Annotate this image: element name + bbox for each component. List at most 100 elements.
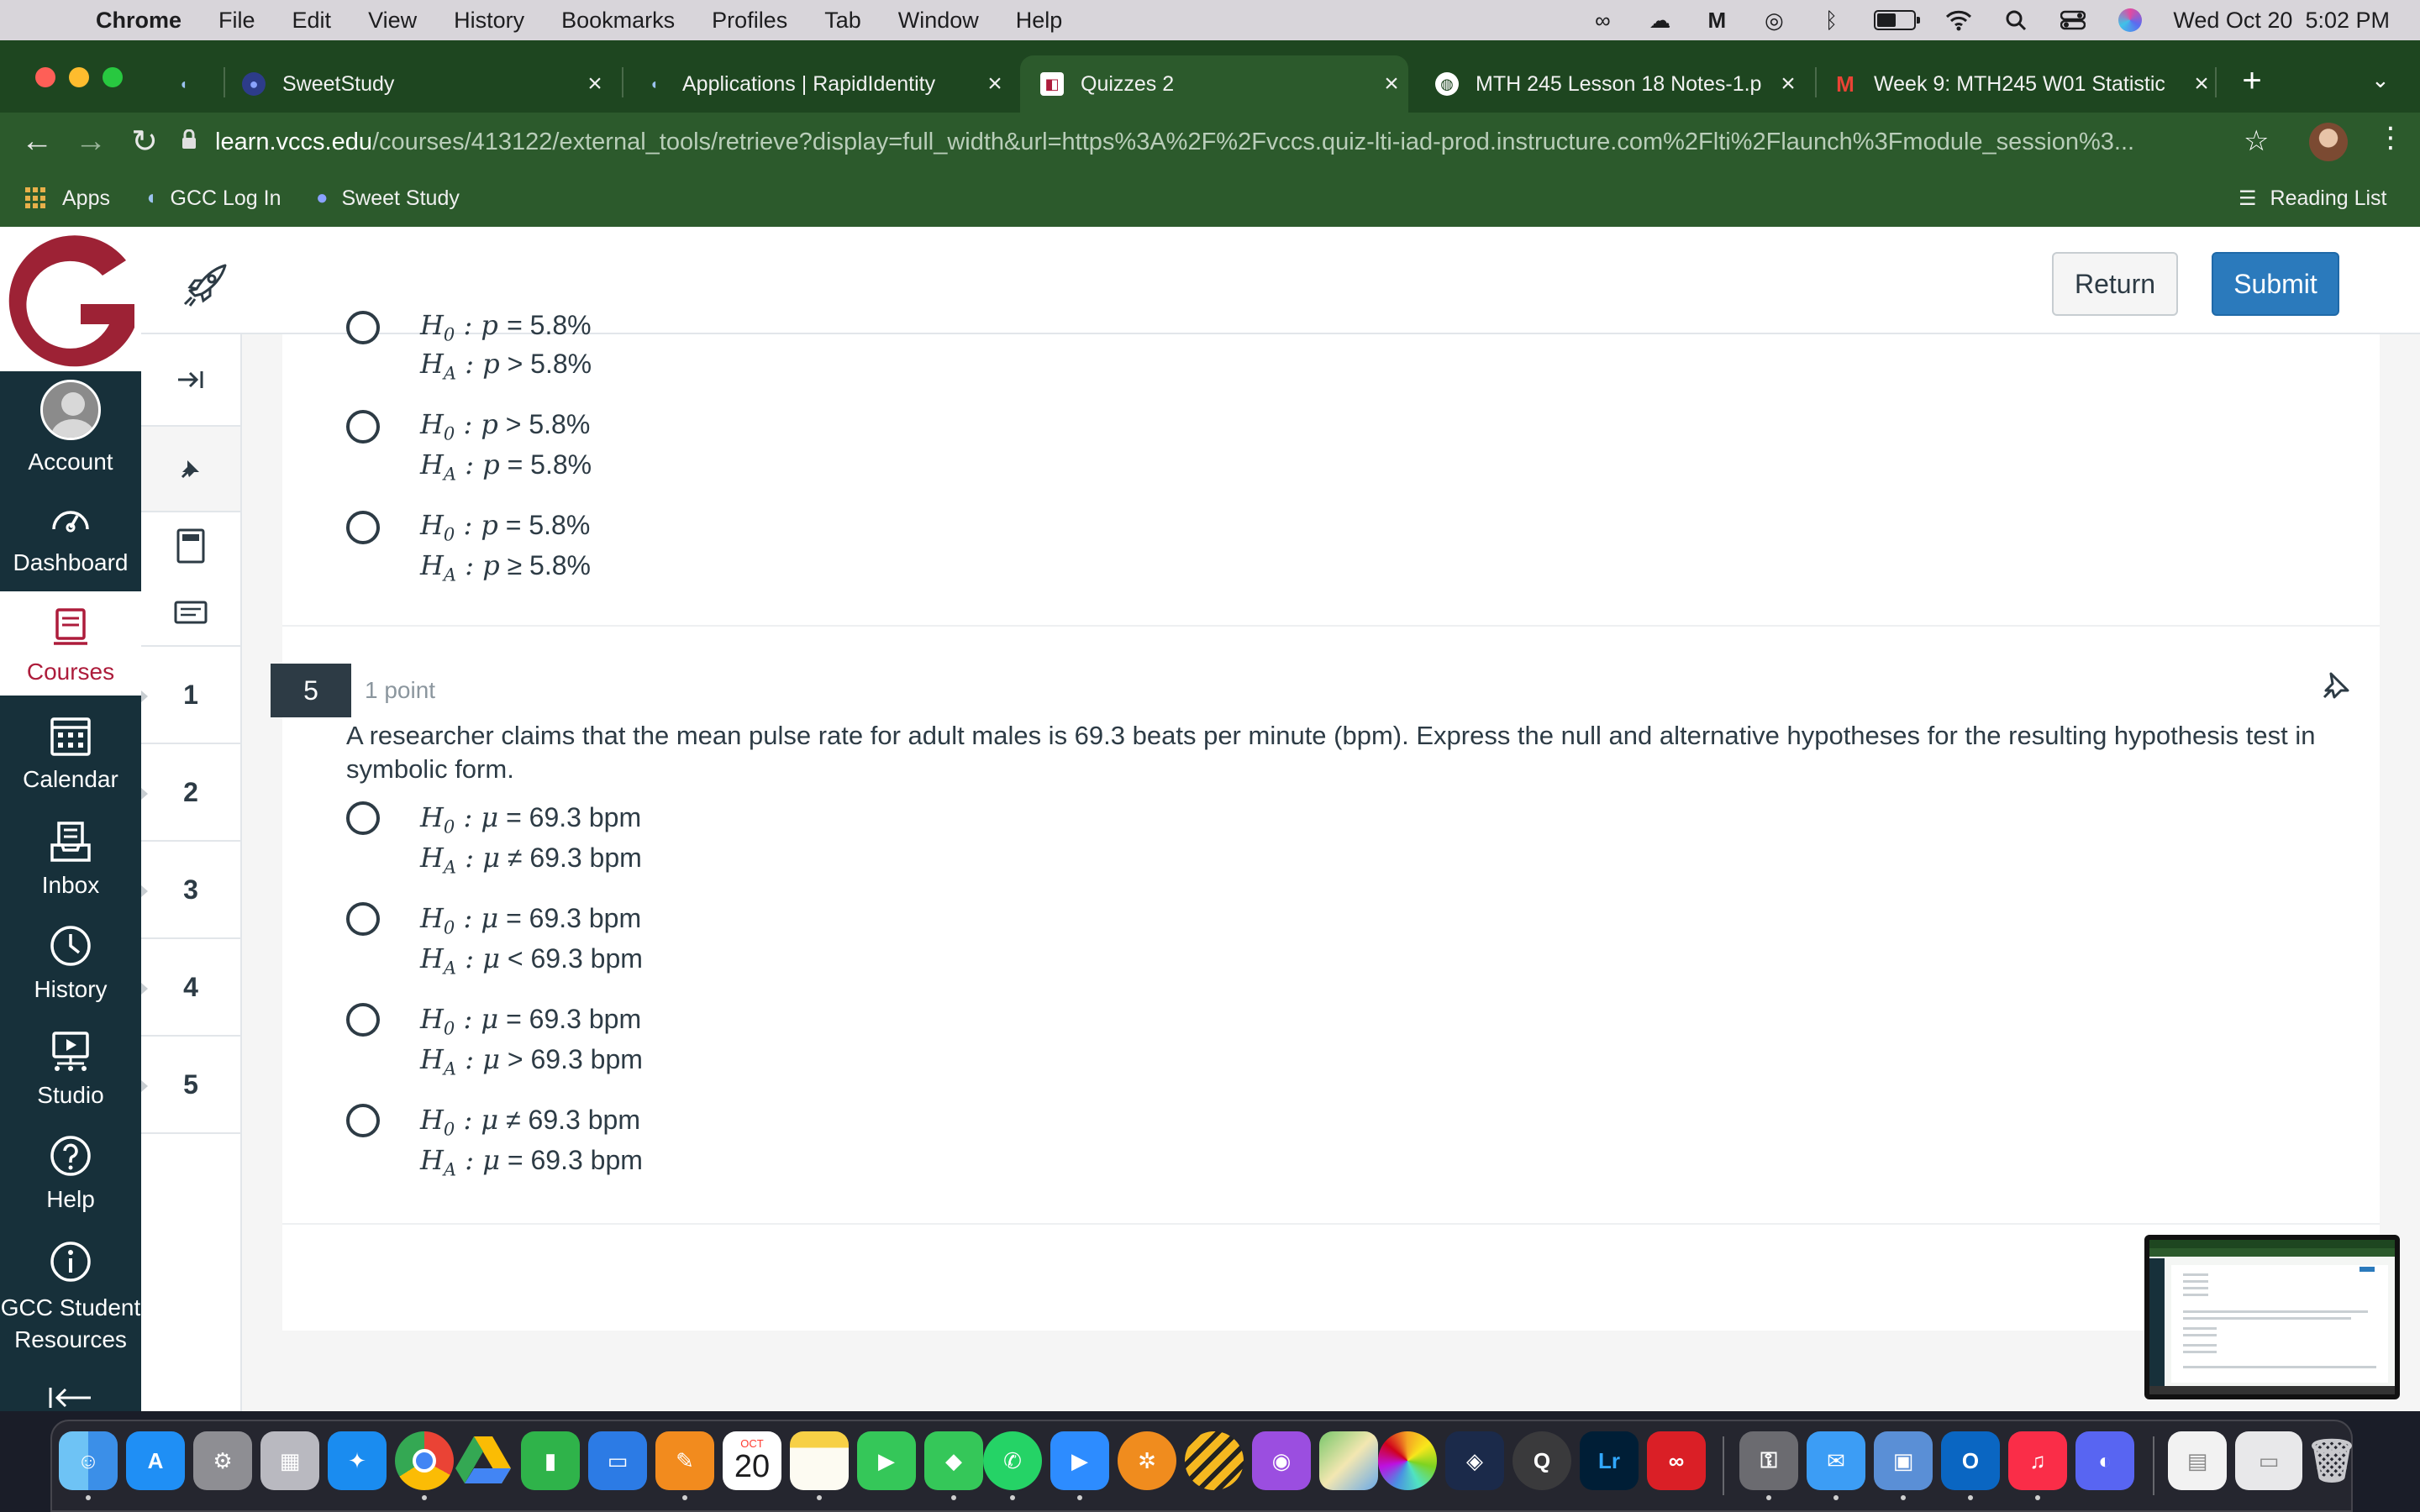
notes-app-icon[interactable] (790, 1431, 849, 1490)
photos-icon[interactable] (1378, 1431, 1437, 1490)
reload-button[interactable]: ↻ (123, 119, 166, 163)
music-icon[interactable]: ♫ (2008, 1431, 2067, 1490)
forward-button[interactable]: → (69, 119, 113, 163)
tab-close-icon[interactable]: × (1375, 70, 1408, 98)
malwarebytes-status-icon[interactable]: M (1702, 8, 1731, 33)
numbers-icon[interactable]: ▮ (521, 1431, 580, 1490)
nav-account[interactable]: Account (0, 380, 141, 479)
profile-avatar[interactable] (2309, 123, 2348, 161)
nav-dashboard[interactable]: Dashboard (0, 497, 141, 588)
nav-calendar[interactable]: Calendar (0, 707, 141, 808)
layers-app-icon[interactable]: ◈ (1445, 1431, 1504, 1490)
nav-help[interactable]: Help (0, 1127, 141, 1228)
app-store-icon[interactable]: A (126, 1431, 185, 1490)
tab-close-icon[interactable]: × (578, 70, 612, 98)
ball-app-icon[interactable] (1185, 1431, 1244, 1490)
safari-icon[interactable]: ✦ (328, 1431, 387, 1490)
question-nav-1[interactable]: 1 (141, 647, 240, 744)
menu-profiles[interactable]: Profiles (712, 8, 787, 34)
control-center-icon[interactable] (2059, 8, 2087, 32)
menu-app-name[interactable]: Chrome (96, 8, 182, 34)
menu-window[interactable]: Window (898, 8, 979, 34)
question-nav-4[interactable]: 4 (141, 939, 240, 1037)
menubar-clock[interactable]: Wed Oct 20 5:02 PM (2173, 8, 2390, 34)
nav-studio[interactable]: Studio (0, 1021, 141, 1122)
prev-choice-radio-1[interactable] (346, 311, 380, 344)
address-bar[interactable]: learn.vccs.edu/courses/413122/external_t… (182, 118, 2265, 165)
zoom-icon[interactable]: ▶ (1050, 1431, 1109, 1490)
prev-choice-radio-3[interactable] (346, 511, 380, 544)
reading-list-button[interactable]: ☰ Reading List (2238, 181, 2387, 215)
menu-tab[interactable]: Tab (824, 8, 861, 34)
spotlight-search-icon[interactable] (2002, 8, 2030, 32)
calculator-tool-button[interactable] (141, 512, 240, 580)
tab-close-icon[interactable]: × (2185, 70, 2218, 98)
facetime-icon[interactable]: ▶ (857, 1431, 916, 1490)
menu-history[interactable]: History (454, 8, 524, 34)
back-button[interactable]: ← (15, 119, 59, 163)
recent-document-icon[interactable]: ▤ (2168, 1431, 2227, 1490)
nav-history[interactable]: History (0, 917, 141, 1018)
submit-button[interactable]: Submit (2212, 252, 2339, 316)
outlook-icon[interactable]: O (1941, 1431, 2000, 1490)
menu-edit[interactable]: Edit (292, 8, 332, 34)
pin-tool-button[interactable] (141, 427, 240, 512)
battery-icon[interactable] (1874, 10, 1921, 30)
tab-gcc[interactable]: ◖ (171, 55, 222, 113)
collapse-nav-icon[interactable] (47, 1384, 94, 1410)
messages-icon[interactable]: ◆ (924, 1431, 983, 1490)
prev-choice-radio-2[interactable] (346, 410, 380, 444)
menu-bookmarks[interactable]: Bookmarks (561, 8, 675, 34)
menu-view[interactable]: View (368, 8, 417, 34)
recent-window-icon[interactable]: ▭ (2235, 1431, 2302, 1490)
question-nav-2[interactable]: 2 (141, 744, 240, 842)
bookmark-star-icon[interactable]: ☆ (2244, 124, 2269, 158)
chrome-icon[interactable] (395, 1431, 454, 1490)
lock-icon[interactable] (182, 129, 215, 155)
quicktime-icon[interactable]: Q (1512, 1431, 1571, 1490)
menu-help[interactable]: Help (1016, 8, 1063, 34)
tab-close-icon[interactable]: × (978, 70, 1012, 98)
window-minimize-button[interactable] (69, 67, 89, 87)
perplexity-icon[interactable]: ✲ (1118, 1431, 1176, 1490)
trash-icon[interactable]: 🗑 (2302, 1431, 2361, 1490)
calendar-app-icon[interactable]: OCT 20 (723, 1431, 781, 1490)
bookmark-gcc-login[interactable]: ◖ GCC Log In (145, 181, 281, 215)
screen-app-icon[interactable]: ▣ (1874, 1431, 1933, 1490)
window-zoom-button[interactable] (103, 67, 123, 87)
system-preferences-icon[interactable]: ⚙ (193, 1431, 252, 1490)
mail-icon[interactable]: ✉ (1807, 1431, 1865, 1490)
maps-icon[interactable] (1319, 1431, 1378, 1490)
choice-radio-1[interactable] (346, 801, 380, 835)
bluetooth-icon[interactable]: ᛒ (1817, 8, 1845, 33)
apple-menu-icon[interactable] (0, 0, 49, 40)
bookmark-apps[interactable]: Apps (25, 181, 110, 215)
keychain-icon[interactable]: ⚿ (1739, 1431, 1798, 1490)
lightroom-icon[interactable]: Lr (1580, 1431, 1639, 1490)
choice-radio-4[interactable] (346, 1104, 380, 1137)
whatsapp-icon[interactable]: ✆ (983, 1431, 1042, 1490)
nav-courses[interactable]: Courses (0, 591, 141, 696)
cloud-upload-status-icon[interactable]: ☁ (1645, 8, 1674, 33)
tab-close-icon[interactable]: × (1771, 70, 1805, 98)
siri-icon[interactable] (2116, 8, 2144, 32)
google-drive-icon[interactable] (454, 1431, 513, 1490)
creative-cloud-status-icon[interactable]: ∞ (1588, 8, 1617, 33)
new-tab-button[interactable]: + (2235, 62, 2269, 106)
tab-week9-gmail[interactable]: M Week 9: MTH245 W01 Statistic × (1833, 55, 2218, 113)
question-nav-5[interactable]: 5 (141, 1037, 240, 1134)
question-nav-3[interactable]: 3 (141, 842, 240, 939)
nav-gcc-student-resources[interactable]: GCC Student Resources (0, 1233, 141, 1359)
screenshot-preview-thumbnail[interactable] (2144, 1235, 2400, 1399)
nav-inbox[interactable]: Inbox (0, 813, 141, 914)
bookmark-sweet-study[interactable]: ● Sweet Study (316, 181, 460, 215)
pin-question-icon[interactable] (2319, 669, 2353, 702)
expand-rail-button[interactable] (141, 334, 240, 427)
tab-sweetstudy[interactable]: ● SweetStudy × (242, 55, 612, 113)
choice-radio-3[interactable] (346, 1003, 380, 1037)
notes-tool-button[interactable] (141, 580, 240, 647)
airdrop-status-icon[interactable]: ◎ (1760, 8, 1788, 33)
tab-quizzes-active[interactable]: ◧ Quizzes 2 × (1020, 55, 1408, 113)
gcc-logo[interactable] (0, 227, 141, 371)
discord-icon[interactable]: ◐ (2075, 1431, 2134, 1490)
